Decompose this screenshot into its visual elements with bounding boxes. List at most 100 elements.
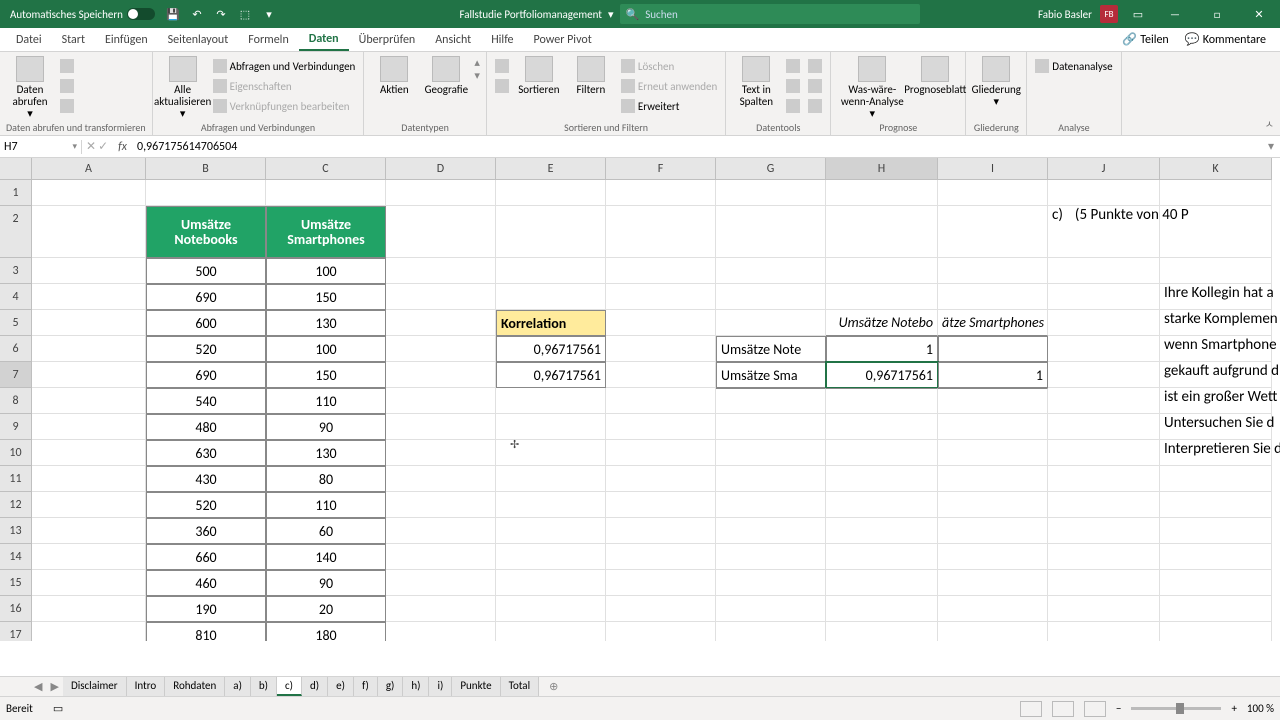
cell-K17[interactable]	[1160, 622, 1272, 641]
cell-I12[interactable]	[938, 492, 1048, 518]
cell-C13[interactable]: 60	[266, 518, 386, 544]
ribbon-display-icon[interactable]: ▭	[1128, 4, 1148, 24]
cell-D10[interactable]	[386, 440, 496, 466]
undo-icon[interactable]: ↶	[187, 4, 207, 24]
cell-B17[interactable]: 810	[146, 622, 266, 641]
cell-I17[interactable]	[938, 622, 1048, 641]
cell-D1[interactable]	[386, 180, 496, 206]
maximize-button[interactable]: □	[1200, 0, 1234, 28]
cell-G6[interactable]: Umsätze Note	[716, 336, 826, 362]
cell-H13[interactable]	[826, 518, 938, 544]
refresh-all-button[interactable]: Alle aktualisieren▾	[159, 56, 207, 120]
cell-H16[interactable]	[826, 596, 938, 622]
cell-D9[interactable]	[386, 414, 496, 440]
relationships-icon[interactable]	[806, 76, 824, 96]
cell-C3[interactable]: 100	[266, 258, 386, 284]
view-page-break-button[interactable]	[1084, 701, 1106, 717]
row-header-17[interactable]: 17	[0, 622, 32, 641]
cell-I11[interactable]	[938, 466, 1048, 492]
cell-F3[interactable]	[606, 258, 716, 284]
clear-filter-button[interactable]: Löschen	[619, 56, 719, 76]
cell-D15[interactable]	[386, 570, 496, 596]
cell-K8[interactable]: ist ein großer Wett	[1160, 388, 1272, 414]
cell-E11[interactable]	[496, 466, 606, 492]
comments-button[interactable]: 💬Kommentare	[1179, 30, 1272, 49]
cell-A14[interactable]	[32, 544, 146, 570]
formula-input[interactable]: 0,967175614706504	[133, 140, 1262, 154]
stocks-button[interactable]: Aktien	[370, 56, 418, 96]
expand-formula-icon[interactable]: ▾	[1262, 139, 1280, 154]
new-sheet-icon[interactable]: ⊕	[545, 680, 562, 693]
cell-E5[interactable]: Korrelation	[496, 310, 606, 336]
zoom-slider[interactable]	[1131, 707, 1221, 710]
zoom-in-icon[interactable]: +	[1231, 702, 1236, 715]
cell-A10[interactable]	[32, 440, 146, 466]
cell-A1[interactable]	[32, 180, 146, 206]
cell-C2[interactable]: UmsätzeSmartphones	[266, 206, 386, 258]
cell-G1[interactable]	[716, 180, 826, 206]
view-normal-button[interactable]	[1020, 701, 1042, 717]
view-page-layout-button[interactable]	[1052, 701, 1074, 717]
touch-mode-icon[interactable]: ⬚	[235, 4, 255, 24]
cell-I6[interactable]	[938, 336, 1048, 362]
cell-J1[interactable]	[1048, 180, 1160, 206]
sheet-tab-e[interactable]: e)	[328, 677, 354, 696]
cell-B1[interactable]	[146, 180, 266, 206]
cell-C8[interactable]: 110	[266, 388, 386, 414]
filter-button[interactable]: Filtern	[567, 56, 615, 96]
cell-H1[interactable]	[826, 180, 938, 206]
cell-J5[interactable]	[1048, 310, 1160, 336]
cell-H10[interactable]	[826, 440, 938, 466]
cell-G12[interactable]	[716, 492, 826, 518]
cell-F16[interactable]	[606, 596, 716, 622]
cell-I8[interactable]	[938, 388, 1048, 414]
cell-K10[interactable]: Interpretieren Sie d	[1160, 440, 1272, 466]
outline-button[interactable]: Gliederung▾	[972, 56, 1020, 108]
cell-B6[interactable]: 520	[146, 336, 266, 362]
cell-A16[interactable]	[32, 596, 146, 622]
cell-K15[interactable]	[1160, 570, 1272, 596]
cell-A15[interactable]	[32, 570, 146, 596]
col-header-B[interactable]: B	[146, 158, 266, 180]
cell-C15[interactable]: 90	[266, 570, 386, 596]
row-header-5[interactable]: 5	[0, 310, 32, 336]
share-button[interactable]: 🔗Teilen	[1116, 30, 1175, 49]
sheet-tab-Total[interactable]: Total	[501, 677, 540, 696]
cell-F1[interactable]	[606, 180, 716, 206]
cell-E8[interactable]	[496, 388, 606, 414]
cell-C10[interactable]: 130	[266, 440, 386, 466]
cell-K5[interactable]: starke Komplemen	[1160, 310, 1272, 336]
cell-C14[interactable]: 140	[266, 544, 386, 570]
cancel-formula-icon[interactable]: ✕	[86, 139, 96, 154]
cell-G10[interactable]	[716, 440, 826, 466]
cell-C1[interactable]	[266, 180, 386, 206]
cell-C5[interactable]: 130	[266, 310, 386, 336]
cell-J12[interactable]	[1048, 492, 1160, 518]
cell-J14[interactable]	[1048, 544, 1160, 570]
col-header-A[interactable]: A	[32, 158, 146, 180]
col-header-F[interactable]: F	[606, 158, 716, 180]
sheet-tab-i[interactable]: i)	[429, 677, 452, 696]
cell-H8[interactable]	[826, 388, 938, 414]
cell-G7[interactable]: Umsätze Sma	[716, 362, 826, 388]
cell-D4[interactable]	[386, 284, 496, 310]
row-header-3[interactable]: 3	[0, 258, 32, 284]
forecast-sheet-button[interactable]: Prognoseblatt	[911, 56, 959, 96]
data-model-icon[interactable]	[806, 96, 824, 116]
cell-B2[interactable]: UmsätzeNotebooks	[146, 206, 266, 258]
cell-F17[interactable]	[606, 622, 716, 641]
cell-E7[interactable]: 0,96717561	[496, 362, 606, 388]
sheet-tab-Rohdaten[interactable]: Rohdaten	[165, 677, 225, 696]
chevron-up-icon[interactable]: ▴	[474, 56, 480, 69]
cell-J9[interactable]	[1048, 414, 1160, 440]
col-header-D[interactable]: D	[386, 158, 496, 180]
cell-B11[interactable]: 430	[146, 466, 266, 492]
cell-E2[interactable]	[496, 206, 606, 258]
cell-H15[interactable]	[826, 570, 938, 596]
cell-H5[interactable]: Umsätze Notebo	[826, 310, 938, 336]
cell-E6[interactable]: 0,96717561	[496, 336, 606, 362]
cell-D14[interactable]	[386, 544, 496, 570]
flash-fill-icon[interactable]	[784, 56, 802, 76]
cell-F4[interactable]	[606, 284, 716, 310]
close-button[interactable]: ✕	[1242, 0, 1276, 28]
